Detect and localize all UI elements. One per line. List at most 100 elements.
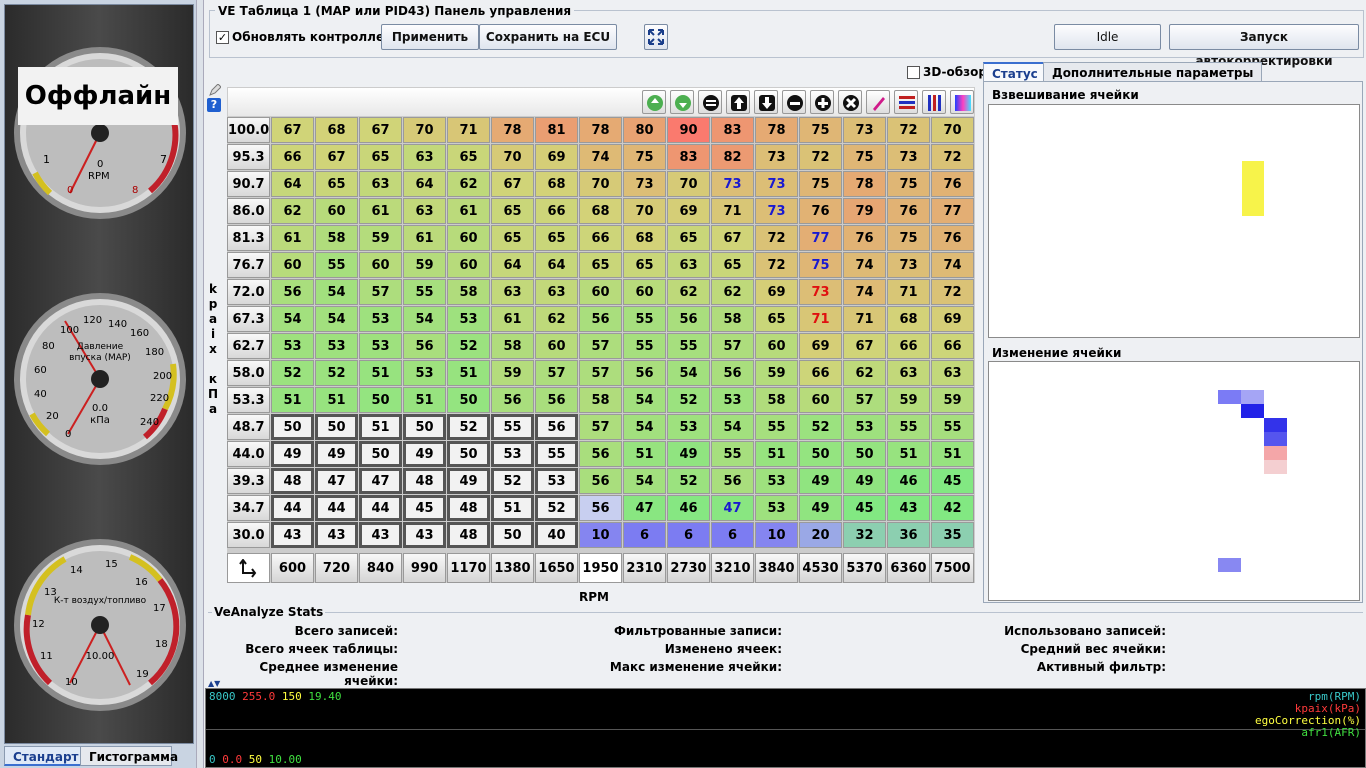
table-cell[interactable]: 56	[535, 387, 578, 413]
table-cell[interactable]: 62	[447, 171, 490, 197]
table-cell[interactable]: 72	[931, 144, 974, 170]
down-arrow-button[interactable]	[754, 90, 778, 114]
pen-button[interactable]	[866, 90, 890, 114]
table-cell[interactable]: 57	[535, 360, 578, 386]
table-cell[interactable]: 78	[579, 117, 622, 143]
table-cell[interactable]: 76	[931, 171, 974, 197]
table-cell[interactable]: 63	[887, 360, 930, 386]
table-cell[interactable]: 46	[667, 495, 710, 521]
table-cell[interactable]: 56	[403, 333, 446, 359]
table-cell[interactable]: 56	[667, 306, 710, 332]
table-cell[interactable]: 52	[667, 387, 710, 413]
table-cell[interactable]: 54	[315, 306, 358, 332]
table-cell[interactable]: 83	[667, 144, 710, 170]
splitter[interactable]	[196, 0, 204, 768]
table-cell[interactable]: 71	[887, 279, 930, 305]
axis-swap-icon[interactable]	[227, 553, 270, 583]
table-cell[interactable]: 64	[403, 171, 446, 197]
table-cell[interactable]: 58	[755, 387, 798, 413]
table-cell[interactable]: 70	[579, 171, 622, 197]
table-cell[interactable]: 79	[843, 198, 886, 224]
multiply-button[interactable]	[838, 90, 862, 114]
table-cell[interactable]: 55	[315, 252, 358, 278]
table-cell[interactable]: 70	[623, 198, 666, 224]
table-cell[interactable]: 67	[711, 225, 754, 251]
table-cell[interactable]: 65	[579, 252, 622, 278]
table-cell[interactable]: 63	[667, 252, 710, 278]
table-cell[interactable]: 67	[271, 117, 314, 143]
table-cell[interactable]: 74	[579, 144, 622, 170]
edit-icon[interactable]	[209, 83, 222, 96]
table-cell[interactable]: 66	[931, 333, 974, 359]
table-cell[interactable]: 55	[887, 414, 930, 440]
table-cell[interactable]: 73	[755, 144, 798, 170]
table-cell[interactable]: 60	[623, 279, 666, 305]
table-cell[interactable]: 47	[711, 495, 754, 521]
table-cell[interactable]: 54	[623, 468, 666, 494]
table-cell[interactable]: 61	[359, 198, 402, 224]
tab-histogram[interactable]: Гистограмма	[80, 746, 178, 766]
table-cell[interactable]: 78	[755, 117, 798, 143]
table-cell[interactable]: 65	[711, 252, 754, 278]
table-cell[interactable]: 54	[271, 306, 314, 332]
fullscreen-button[interactable]	[644, 24, 668, 50]
table-cell[interactable]: 70	[667, 171, 710, 197]
save-to-ecu-button[interactable]: Сохранить на ECU	[479, 24, 617, 50]
x-axis-cell[interactable]: 2310	[623, 553, 666, 583]
vertical-interpolate-button[interactable]	[922, 90, 946, 114]
y-axis-cell[interactable]: 34.7	[227, 495, 270, 521]
table-cell[interactable]: 51	[623, 441, 666, 467]
table-cell[interactable]: 52	[491, 468, 534, 494]
table-cell[interactable]: 43	[887, 495, 930, 521]
autotune-button[interactable]: Запуск автокорректировки	[1169, 24, 1359, 68]
table-cell[interactable]: 69	[931, 306, 974, 332]
table-cell[interactable]: 75	[799, 117, 842, 143]
table-cell[interactable]: 55	[711, 441, 754, 467]
table-cell[interactable]: 62	[667, 279, 710, 305]
table-cell[interactable]: 56	[535, 414, 578, 440]
table-cell[interactable]: 76	[931, 225, 974, 251]
table-cell[interactable]: 51	[359, 360, 402, 386]
table-cell[interactable]: 40	[535, 522, 578, 548]
table-cell[interactable]: 50	[799, 441, 842, 467]
up-arrow-button[interactable]	[726, 90, 750, 114]
table-cell[interactable]: 67	[843, 333, 886, 359]
table-cell[interactable]: 54	[623, 387, 666, 413]
table-cell[interactable]: 64	[491, 252, 534, 278]
table-cell[interactable]: 72	[755, 252, 798, 278]
plus-button[interactable]	[810, 90, 834, 114]
table-cell[interactable]: 57	[711, 333, 754, 359]
table-cell[interactable]: 78	[491, 117, 534, 143]
table-cell[interactable]: 51	[403, 387, 446, 413]
table-cell[interactable]: 53	[843, 414, 886, 440]
x-axis-cell[interactable]: 1950	[579, 553, 622, 583]
table-cell[interactable]: 56	[579, 441, 622, 467]
table-cell[interactable]: 53	[315, 333, 358, 359]
table-cell[interactable]: 58	[711, 306, 754, 332]
apply-button[interactable]: Применить	[381, 24, 479, 50]
table-cell[interactable]: 51	[931, 441, 974, 467]
table-cell[interactable]: 65	[491, 198, 534, 224]
y-axis-cell[interactable]: 95.3	[227, 144, 270, 170]
table-cell[interactable]: 59	[491, 360, 534, 386]
table-cell[interactable]: 54	[667, 360, 710, 386]
table-cell[interactable]: 62	[843, 360, 886, 386]
y-axis-cell[interactable]: 58.0	[227, 360, 270, 386]
equals-button[interactable]	[698, 90, 722, 114]
table-cell[interactable]: 71	[447, 117, 490, 143]
table-cell[interactable]: 49	[799, 495, 842, 521]
table-cell[interactable]: 44	[271, 495, 314, 521]
table-cell[interactable]: 20	[799, 522, 842, 548]
table-cell[interactable]: 73	[711, 171, 754, 197]
table-cell[interactable]: 78	[843, 171, 886, 197]
y-axis-cell[interactable]: 100.0	[227, 117, 270, 143]
help-icon[interactable]: ?	[207, 98, 221, 112]
tab-extra-params[interactable]: Дополнительные параметры	[1043, 62, 1263, 82]
table-cell[interactable]: 71	[711, 198, 754, 224]
table-cell[interactable]: 60	[315, 198, 358, 224]
table-cell[interactable]: 58	[491, 333, 534, 359]
table-cell[interactable]: 50	[403, 414, 446, 440]
table-cell[interactable]: 51	[315, 387, 358, 413]
table-cell[interactable]: 49	[843, 468, 886, 494]
table-cell[interactable]: 72	[799, 144, 842, 170]
